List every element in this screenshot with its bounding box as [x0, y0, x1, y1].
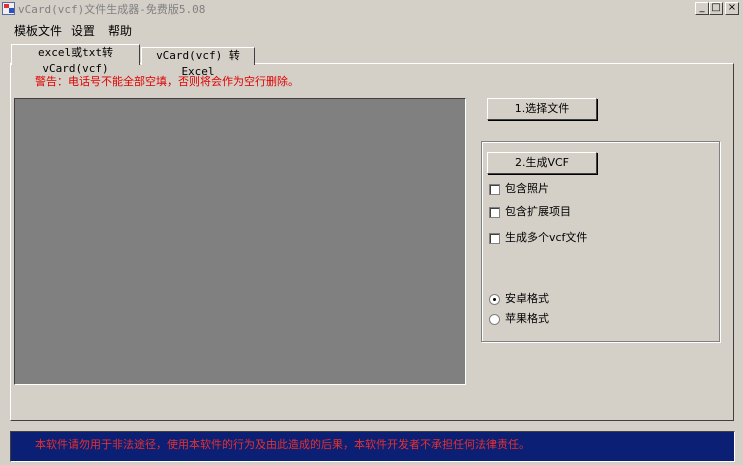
include-extended-checkbox[interactable] — [489, 206, 500, 218]
include-extended-option[interactable]: 包含扩展项目 — [489, 203, 571, 219]
apple-format-radio[interactable] — [489, 313, 500, 325]
close-button[interactable]: × — [725, 2, 739, 15]
multiple-vcf-option[interactable]: 生成多个vcf文件 — [489, 229, 587, 245]
android-format-radio[interactable] — [489, 293, 500, 305]
include-photo-label: 包含照片 — [505, 182, 549, 195]
include-photo-checkbox[interactable] — [489, 183, 500, 195]
apple-format-label: 苹果格式 — [505, 312, 549, 325]
menu-bar: 模板文件 设置 帮助 — [0, 19, 743, 39]
menu-help[interactable]: 帮助 — [108, 22, 132, 39]
maximize-button[interactable]: □ — [709, 2, 723, 15]
include-extended-label: 包含扩展项目 — [505, 205, 571, 218]
multiple-vcf-checkbox[interactable] — [489, 232, 500, 244]
status-bar: 本软件请勿用于非法途径，使用本软件的行为及由此造成的后果，本软件开发者不承担任何… — [10, 431, 735, 462]
android-format-label: 安卓格式 — [505, 292, 549, 305]
menu-settings[interactable]: 设置 — [71, 22, 95, 39]
data-preview-area[interactable] — [14, 98, 466, 385]
menu-template-file[interactable]: 模板文件 — [14, 22, 62, 39]
tab-vcard-to-excel[interactable]: vCard(vcf) 转 Excel — [141, 47, 255, 78]
app-icon — [2, 2, 15, 15]
minimize-icon: _ — [699, 2, 705, 13]
close-icon: × — [727, 2, 737, 13]
include-photo-option[interactable]: 包含照片 — [489, 180, 549, 196]
window-title: vCard(vcf)文件生成器-免费版5.08 — [18, 3, 206, 16]
android-format-option[interactable]: 安卓格式 — [489, 290, 549, 306]
apple-format-option[interactable]: 苹果格式 — [489, 310, 549, 326]
tab-excel-to-vcard[interactable]: excel或txt转vCard(vcf) — [11, 44, 140, 75]
disclaimer-text: 本软件请勿用于非法途径，使用本软件的行为及由此造成的后果，本软件开发者不承担任何… — [35, 438, 530, 451]
select-file-button[interactable]: 1.选择文件 — [487, 98, 597, 120]
multiple-vcf-label: 生成多个vcf文件 — [505, 231, 588, 244]
title-bar: vCard(vcf)文件生成器-免费版5.08 _ □ × — [0, 0, 743, 18]
minimize-button[interactable]: _ — [695, 2, 709, 15]
generate-vcf-button[interactable]: 2.生成VCF — [487, 152, 597, 174]
maximize-icon: □ — [711, 2, 721, 13]
